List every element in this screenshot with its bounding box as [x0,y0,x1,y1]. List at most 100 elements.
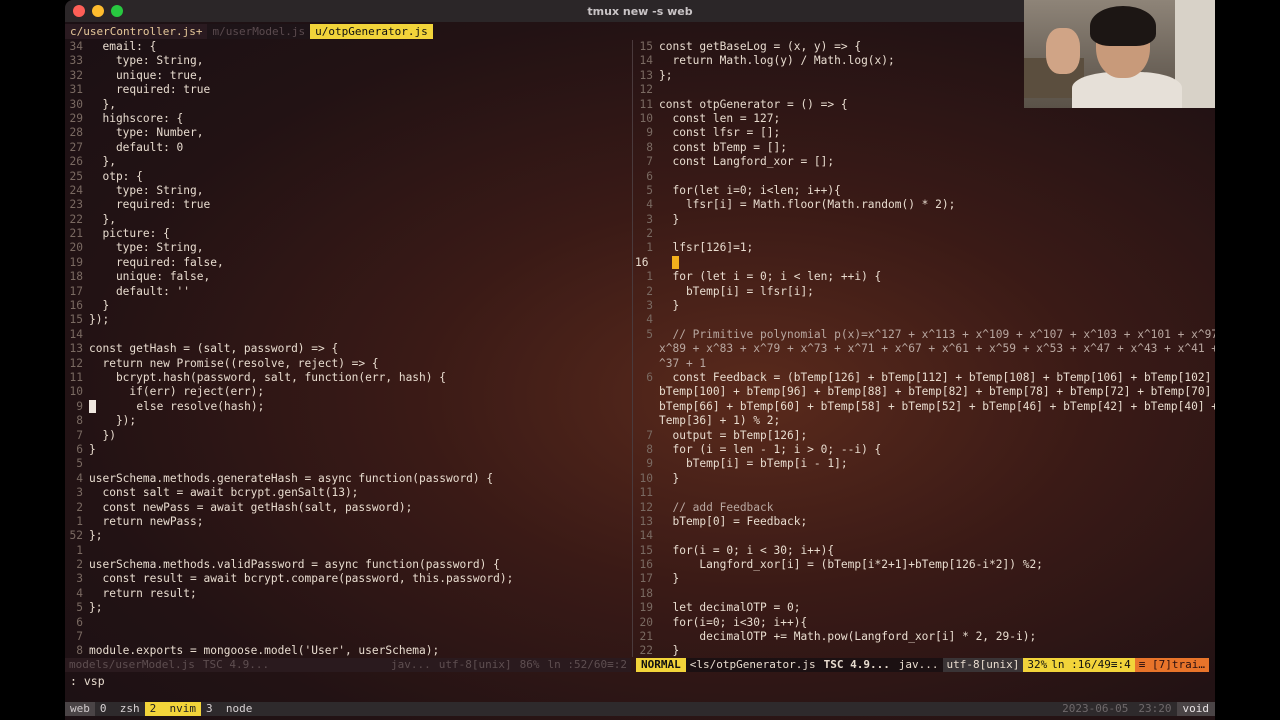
code-line[interactable]: 4 [635,313,1213,327]
code-line[interactable]: 16 Langford_xor[i] = (bTemp[i*2+1]+bTemp… [635,558,1213,572]
code-line[interactable]: 34 email: { [65,40,630,54]
vertical-split-divider[interactable] [632,40,633,657]
code-line[interactable]: 20 for(i=0; i<30; i++){ [635,616,1213,630]
code-line[interactable]: 52}; [65,529,630,543]
code-line[interactable]: 1 return newPass; [65,515,630,529]
code-line[interactable]: 17 } [635,572,1213,586]
close-window-button[interactable] [73,5,85,17]
code-line[interactable]: 12 // add Feedback [635,501,1213,515]
code-line[interactable]: 8 for (i = len - 1; i > 0; --i) { [635,443,1213,457]
code-line[interactable]: x^89 + x^83 + x^79 + x^73 + x^71 + x^67 … [635,342,1215,356]
code-line[interactable]: 2 userSchema.methods.validPassword = asyn… [65,558,630,572]
code-line[interactable]: 32 unique: true, [65,69,630,83]
code-line[interactable]: 13 const getHash = (salt, password) => { [65,342,630,356]
code-line[interactable]: 4 return result; [65,587,630,601]
code-line[interactable]: 6} [65,443,630,457]
code-line[interactable]: 10 const len = 127; [635,112,1213,126]
code-line[interactable]: 1 for (let i = 0; i < len; ++i) { [635,270,1213,284]
tmux-window-node[interactable]: 3 node [201,702,257,716]
window-title: tmux new -s web [587,4,693,18]
code-line[interactable]: 17 default: '' [65,285,630,299]
code-line[interactable]: 14 [635,529,1213,543]
code-line[interactable]: 16 [635,255,1213,270]
code-line[interactable]: 7 }) [65,429,630,443]
code-line[interactable]: 8 }); [65,414,630,428]
code-line[interactable]: 5}; [65,601,630,615]
code-line[interactable]: 25 otp: { [65,170,630,184]
code-line[interactable]: 6 [635,170,1213,184]
code-line[interactable]: 7 [65,630,630,644]
code-line[interactable]: 6 [65,616,630,630]
minimize-window-button[interactable] [92,5,104,17]
code-line[interactable]: 21 decimalOTP += Math.pow(Langford_xor[i… [635,630,1213,644]
code-line[interactable]: 19 required: false, [65,256,630,270]
code-line[interactable]: 5 [65,457,630,471]
code-line[interactable]: 1 [65,544,630,558]
code-line[interactable]: 10 } [635,472,1213,486]
code-line[interactable]: 8 module.exports = mongoose.model('User',… [65,644,630,658]
line-number: 15 [639,543,653,557]
code-line[interactable]: 28 type: Number, [65,126,630,140]
code-line[interactable]: 9 else resolve(hash); [65,399,630,414]
code-line[interactable]: 21 picture: { [65,227,630,241]
tab-user-model[interactable]: m/userModel.js [207,24,311,39]
code-text: const lfsr = []; [659,126,781,140]
code-line[interactable]: 3 } [635,213,1213,227]
code-line[interactable]: 22 }, [65,213,630,227]
tab-otp-generator[interactable]: u/otpGenerator.js [310,24,433,39]
code-line[interactable]: 2 [635,227,1213,241]
vim-command-line[interactable]: : vsp [70,674,105,688]
code-line[interactable]: 30 }, [65,98,630,112]
code-line[interactable]: 19 let decimalOTP = 0; [635,601,1213,615]
code-line[interactable]: 33 type: String, [65,54,630,68]
line-number: 1 [76,514,83,528]
code-line[interactable]: 6 const Feedback = (bTemp[126] + bTemp[1… [635,371,1213,385]
code-line[interactable]: 29 highscore: { [65,112,630,126]
code-line[interactable]: 22 } [635,644,1213,658]
code-line[interactable]: 16 } [65,299,630,313]
code-line[interactable]: 15 for(i = 0; i < 30; i++){ [635,544,1213,558]
code-line[interactable]: 31 required: true [65,83,630,97]
tab-user-controller[interactable]: c/userController.js+ [65,24,208,39]
code-line[interactable]: 8 const bTemp = []; [635,141,1213,155]
right-editor-pane[interactable]: 15 const getBaseLog = (x, y) => {14 retur… [635,40,1215,659]
line-number: 9 [646,457,653,471]
code-line[interactable]: bTemp[100] + bTemp[96] + bTemp[88] + bTe… [635,385,1213,399]
code-line[interactable]: 10 if(err) reject(err); [65,385,630,399]
code-line[interactable]: 26 }, [65,155,630,169]
code-line[interactable]: 4 lfsr[i] = Math.floor(Math.random() * 2… [635,198,1213,212]
code-line[interactable]: 12 return new Promise((resolve, reject) … [65,357,630,371]
code-line[interactable]: 1 lfsr[126]=1; [635,241,1213,255]
code-line[interactable]: 7 const Langford_xor = []; [635,155,1213,169]
code-line[interactable]: 11 [635,486,1213,500]
tmux-window-zsh[interactable]: 0 zsh [95,702,145,716]
code-line[interactable]: 2 const newPass = await getHash(salt, pa… [65,501,630,515]
code-line[interactable]: Temp[36] + 1) % 2; [635,414,1213,428]
code-line[interactable]: bTemp[66] + bTemp[60] + bTemp[58] + bTem… [635,400,1215,414]
tmux-window-nvim[interactable]: 2 nvim [144,702,201,716]
line-number: 16 [639,558,653,572]
code-line[interactable]: 18 unique: false, [65,270,630,284]
code-line[interactable]: 5 for(let i=0; i<len; i++){ [635,184,1213,198]
code-line[interactable]: 24 type: String, [65,184,630,198]
code-line[interactable]: 18 [635,587,1213,601]
code-line[interactable]: 27 default: 0 [65,141,630,155]
code-line[interactable]: 3 const salt = await bcrypt.genSalt(13); [65,486,630,500]
code-line[interactable]: 9 const lfsr = []; [635,126,1213,140]
code-line[interactable]: 13 bTemp[0] = Feedback; [635,515,1213,529]
code-line[interactable]: 14 [65,328,630,342]
code-line[interactable]: 5 // Primitive polynomial p(x)=x^127 + x… [635,328,1215,342]
code-line[interactable]: ^37 + 1 [635,357,1213,371]
code-line[interactable]: 2 bTemp[i] = lfsr[i]; [635,285,1213,299]
left-editor-pane[interactable]: 34 email: {33 type: String, 32 unique: tr… [65,40,630,659]
code-line[interactable]: 15}); [65,313,630,327]
code-line[interactable]: 7 output = bTemp[126]; [635,429,1213,443]
code-line[interactable]: 20 type: String, [65,241,630,255]
code-line[interactable]: 11 bcrypt.hash(password, salt, function(… [65,371,630,385]
code-line[interactable]: 3 } [635,299,1213,313]
code-line[interactable]: 23 required: true [65,198,630,212]
maximize-window-button[interactable] [111,5,123,17]
code-line[interactable]: 4 userSchema.methods.generateHash = async… [65,472,630,486]
code-line[interactable]: 9 bTemp[i] = bTemp[i - 1]; [635,457,1213,471]
code-line[interactable]: 3 const result = await bcrypt.compare(pa… [65,572,630,586]
